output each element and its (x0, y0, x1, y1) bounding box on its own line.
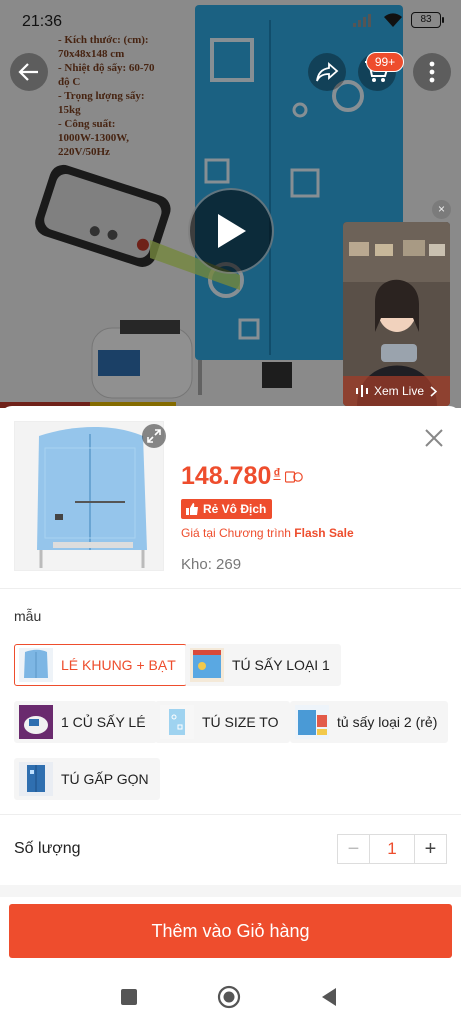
play-icon (218, 214, 246, 248)
triangle-back-icon (322, 988, 336, 1006)
option-le-khung-bat[interactable]: LÉ KHUNG + BẠT (14, 644, 187, 686)
price-value: 148.780 (181, 462, 272, 490)
status-time: 21:36 (22, 13, 63, 30)
expand-icon (147, 429, 161, 443)
currency-symbol: ₫ (273, 465, 281, 481)
option-1-cu-say-le[interactable]: 1 CỦ SẤY LÉ (14, 701, 157, 743)
divider (0, 588, 461, 589)
option-tu-size-to[interactable]: TÚ SIZE TO (155, 701, 290, 743)
option-label: TÚ GẤP GỌN (61, 771, 149, 787)
quantity-increase-button[interactable]: + (415, 835, 446, 863)
product-thumbnail-image (15, 422, 163, 570)
add-to-cart-button[interactable]: Thêm vào Giỏ hàng (9, 904, 452, 958)
best-price-badge-text: Rẻ Vô Địch (203, 502, 267, 516)
close-sheet-button[interactable] (420, 424, 448, 452)
option-label: LÉ KHUNG + BẠT (61, 657, 176, 673)
option-thumbnail (19, 762, 53, 796)
close-icon (425, 429, 443, 447)
status-icons: 83 (353, 12, 444, 28)
back-button[interactable] (10, 53, 48, 91)
option-thumbnail (160, 705, 194, 739)
live-preview[interactable]: Xem Live (343, 222, 450, 406)
cell-signal-icon (353, 14, 371, 27)
square-icon (121, 989, 137, 1005)
option-tu-say-loai-1[interactable]: TÚ SẤY LOẠI 1 (185, 644, 341, 686)
battery-icon: 83 (411, 12, 444, 28)
arrow-left-icon (18, 63, 38, 81)
option-thumbnail (295, 705, 329, 739)
option-tu-gap-gon[interactable]: TÚ GẤP GỌN (14, 758, 160, 800)
option-thumbnail (19, 705, 53, 739)
option-thumbnail (19, 648, 53, 682)
system-back-button[interactable] (316, 984, 342, 1010)
flash-note-prefix: Giá tại Chương trình (181, 526, 295, 540)
share-icon (316, 62, 339, 82)
stock-count: Kho: 269 (181, 556, 242, 573)
product-thumbnail[interactable] (14, 421, 164, 571)
more-button[interactable] (413, 53, 451, 91)
thumbs-up-icon (186, 503, 198, 515)
divider (0, 814, 461, 815)
option-label: tủ sấy loại 2 (rẻ) (337, 714, 438, 730)
option-label: TÚ SIZE TO (202, 714, 279, 730)
status-bar: 21:36 83 (0, 0, 461, 44)
flash-sale-note: Giá tại Chương trình Flash Sale (181, 526, 354, 540)
quantity-stepper: − 1 + (337, 834, 447, 864)
live-close-button[interactable]: × (432, 200, 451, 219)
live-label[interactable]: Xem Live (343, 376, 450, 406)
best-price-badge: Rẻ Vô Địch (181, 499, 273, 519)
price: 148.780 ₫ (181, 462, 303, 491)
play-video-button[interactable] (188, 188, 274, 274)
variation-label: mẫu (14, 608, 42, 624)
quantity-input[interactable]: 1 (370, 835, 415, 863)
option-label: TÚ SẤY LOẠI 1 (232, 657, 330, 673)
share-button[interactable] (308, 53, 346, 91)
coin-icon (284, 471, 303, 483)
circle-home-icon (217, 985, 241, 1009)
live-bars-icon (355, 385, 368, 397)
more-vertical-icon (429, 61, 435, 83)
recent-apps-button[interactable] (116, 984, 142, 1010)
live-label-text: Xem Live (373, 384, 425, 398)
cart-count-badge: 99+ (366, 52, 404, 72)
system-navigation-bar (0, 970, 461, 1024)
expand-image-button[interactable] (142, 424, 166, 448)
quantity-label: Số lượng (14, 840, 81, 857)
section-separator (0, 885, 461, 897)
home-button[interactable] (216, 984, 242, 1010)
chevron-right-icon (430, 385, 438, 397)
option-thumbnail (190, 648, 224, 682)
option-tu-say-loai-2[interactable]: tủ sấy loại 2 (rẻ) (290, 701, 449, 743)
option-label: 1 CỦ SẤY LÉ (61, 714, 146, 730)
wifi-icon (384, 12, 402, 27)
flash-note-highlight: Flash Sale (294, 526, 354, 540)
quantity-decrease-button[interactable]: − (338, 835, 370, 863)
